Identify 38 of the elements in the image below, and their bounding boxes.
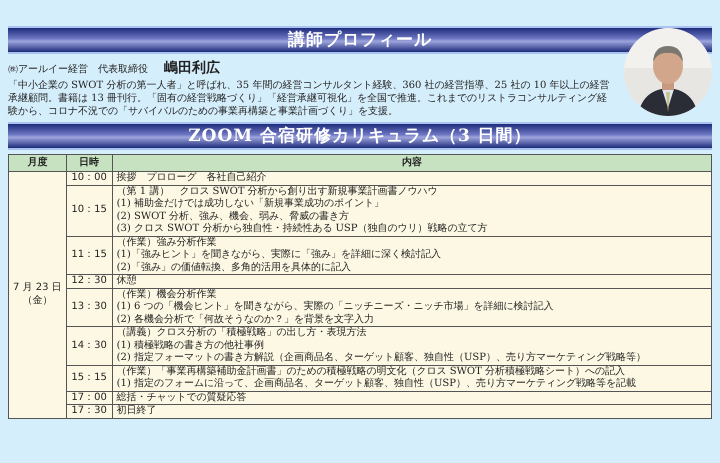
schedule-line: (1) 補助金だけでは成功しない「新規事業成功のポイント」 xyxy=(116,198,385,210)
time-cell: 15：15 xyxy=(66,365,112,391)
schedule-line: (1) 積極戦略の書き方の他社事例 xyxy=(116,340,265,352)
schedule-line: 総括・チャットでの質疑応答 xyxy=(116,392,248,404)
weekday-text: （金） xyxy=(21,294,54,308)
schedule-line: （講義）クロス分析の「積極戦略」の出し方・表現方法 xyxy=(116,327,368,340)
time-cell: 17：30 xyxy=(66,404,112,418)
schedule-line: 挨拶 プロローグ 各社自己紹介 xyxy=(116,172,268,184)
section-banner: ZOOM 合宿研修カリキュラム（3 日間） xyxy=(8,122,712,150)
schedule-line: (3) クロス SWOT 分析から独自性・持続性ある USP（独自のウリ）戦略の立て方 xyxy=(116,223,489,236)
schedule-line: (2) 指定フォーマットの書き方解説（企画商品名、ターゲット顧客、独自性（USP）、売り方マーケティング戦略等） xyxy=(116,352,647,364)
column-header: 日時 xyxy=(66,154,112,172)
time-cell: 12：30 xyxy=(66,274,112,288)
column-header: 内容 xyxy=(112,154,712,172)
schedule-line: （作業）強み分析作業 xyxy=(116,236,218,248)
time-cell: 10：00 xyxy=(66,172,112,185)
schedule-line: （作業）「事業再構築補助金計画書」のための積極戦略の明文化（クロス SWOT 分析積極戦略シート）への記入 xyxy=(116,366,626,378)
time-cell: 10：15 xyxy=(66,185,112,236)
schedule-line: (1)「強みヒント」を聞きながら、実際に「強み」を詳細に深く検討記入 xyxy=(116,249,442,262)
instructor-name: 嶋田利広 xyxy=(164,58,220,78)
column-header: 月度 xyxy=(8,154,66,172)
time-cell: 11：15 xyxy=(66,236,112,274)
bio-paragraph: 「中小企業の SWOT 分析の第一人者」と呼ばれ、35 年間の経営コンサルタント経験、360 社の経営指導、25 社の 10 年以上の経営承継顧問。書籍は 13 冊刊行。「固有の経営戦略づくり」「経営承継可視化」を全国で推進。これまでのリストラコンサルティング経験から、コロナ不況での「サバイバルのための事業再構築と事業計画づくり」を支援。 xyxy=(8,79,611,118)
time-cell: 17：00 xyxy=(66,391,112,404)
schedule-line: (1) 6 つの「機会ヒント」を聞きながら、実際の「ニッチニーズ・ニッチ市場」を詳細に検討記入 xyxy=(116,301,555,314)
schedule-line: (2) SWOT 分析、強み、機会、弱み、脅威の書き方 xyxy=(116,210,350,222)
time-cell: 13：30 xyxy=(66,288,112,326)
schedule-line: (2) 各機会分析で「何故そうなのか？」を背景を文字入力 xyxy=(116,314,375,326)
affiliation-text: ㈱アールイー経営 代表取締役 xyxy=(8,62,148,77)
schedule-line: 休憩 xyxy=(116,275,138,288)
schedule-line: (2)「強み」の価値転換、多角的活用を具体的に記入 xyxy=(116,262,352,274)
schedule-line: （作業）機会分析作業 xyxy=(116,288,218,300)
date-text: 7 月 23 日 xyxy=(13,282,62,295)
section-banner: 講師プロフィール xyxy=(8,26,712,54)
schedule-line: （第 1 講） クロス SWOT 分析から創り出す新規事業計画書ノウハウ xyxy=(116,186,439,198)
schedule-line: (1) 指定のフォームに沿って、企画商品名、ターゲット顧客、独自性（USP）、売り方マーケティング戦略等を記載 xyxy=(116,378,637,390)
schedule-line: 初日終了 xyxy=(116,405,158,418)
time-cell: 14：30 xyxy=(66,326,112,365)
